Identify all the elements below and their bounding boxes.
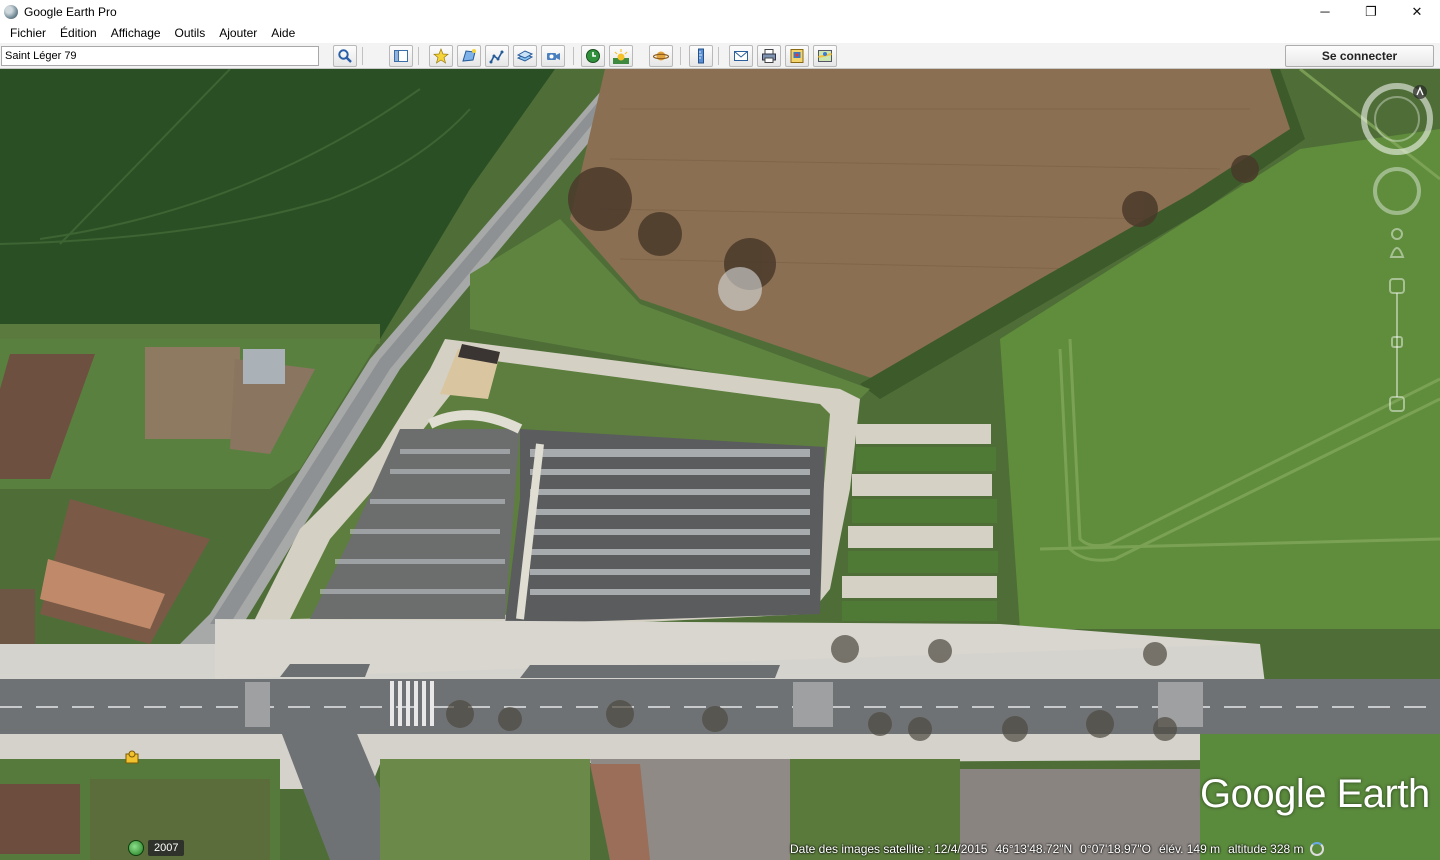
north-up-icon[interactable] bbox=[1413, 85, 1427, 99]
historical-imagery-button[interactable] bbox=[581, 45, 605, 67]
title-bar: Google Earth Pro ─ ❐ ✕ bbox=[0, 0, 1440, 23]
navigation-controls[interactable] bbox=[1360, 79, 1434, 429]
historical-imagery-icon bbox=[586, 49, 600, 63]
add-polygon-button[interactable] bbox=[457, 45, 481, 67]
imagery-date: Date des images satellite : 12/4/2015 bbox=[790, 842, 988, 856]
map-viewport[interactable]: Google Earth 2007 Date des images satell… bbox=[0, 69, 1440, 860]
polygon-icon bbox=[462, 49, 476, 62]
add-image-overlay-button[interactable] bbox=[513, 45, 537, 67]
menu-outils[interactable]: Outils bbox=[168, 26, 213, 40]
search-button[interactable] bbox=[333, 45, 357, 67]
menu-affichage[interactable]: Affichage bbox=[104, 26, 168, 40]
eye-altitude: altitude 328 m bbox=[1228, 842, 1304, 856]
status-bar: Date des images satellite : 12/4/2015 46… bbox=[790, 840, 1324, 858]
elevation: élév. 149 m bbox=[1158, 842, 1221, 856]
street-view-marker-icon[interactable] bbox=[124, 750, 140, 764]
save-image-icon bbox=[790, 49, 804, 63]
toolbar-separator bbox=[573, 47, 574, 65]
sign-in-button[interactable]: Se connecter bbox=[1285, 45, 1434, 67]
ruler-button[interactable] bbox=[689, 45, 713, 67]
sunlight-button[interactable] bbox=[609, 45, 633, 67]
google-maps-icon bbox=[818, 50, 832, 62]
email-button[interactable] bbox=[729, 45, 753, 67]
toolbar-separator bbox=[362, 47, 363, 65]
print-button[interactable] bbox=[757, 45, 781, 67]
record-tour-icon bbox=[547, 53, 560, 60]
zoom-slider[interactable] bbox=[1389, 278, 1405, 412]
minimize-button[interactable]: ─ bbox=[1302, 0, 1348, 23]
sidebar-toggle-button[interactable] bbox=[389, 45, 413, 67]
record-tour-button[interactable] bbox=[541, 45, 565, 67]
planets-icon bbox=[653, 51, 669, 61]
print-icon bbox=[762, 49, 776, 63]
search-input[interactable] bbox=[1, 46, 319, 66]
add-placemark-button[interactable] bbox=[429, 45, 453, 67]
image-overlay-icon bbox=[517, 50, 533, 62]
satellite-imagery bbox=[0, 69, 1440, 860]
menu-edition[interactable]: Édition bbox=[53, 26, 104, 40]
google-maps-button[interactable] bbox=[813, 45, 837, 67]
save-image-button[interactable] bbox=[785, 45, 809, 67]
email-icon bbox=[734, 51, 748, 61]
pegman-icon[interactable] bbox=[1389, 228, 1405, 258]
toolbar-separator bbox=[718, 47, 719, 65]
path-icon bbox=[489, 50, 504, 64]
planets-button[interactable] bbox=[649, 45, 673, 67]
historical-imagery-indicator[interactable]: 2007 bbox=[128, 838, 185, 858]
window-controls: ─ ❐ ✕ bbox=[1302, 0, 1440, 23]
google-earth-app-icon bbox=[4, 4, 18, 19]
ruler-icon bbox=[698, 48, 704, 64]
menu-fichier[interactable]: Fichier bbox=[3, 26, 53, 40]
menu-aide[interactable]: Aide bbox=[264, 26, 302, 40]
restore-button[interactable]: ❐ bbox=[1348, 0, 1394, 23]
close-button[interactable]: ✕ bbox=[1394, 0, 1440, 23]
toolbar: Se connecter bbox=[0, 43, 1440, 69]
latitude: 46°13'48.72"N bbox=[995, 842, 1073, 856]
look-joystick-icon[interactable] bbox=[1373, 167, 1421, 215]
toolbar-separator bbox=[680, 47, 681, 65]
longitude: 0°07'18.97"O bbox=[1080, 842, 1151, 856]
streaming-indicator-icon bbox=[1309, 842, 1324, 856]
google-earth-logo: Google Earth bbox=[1200, 772, 1430, 816]
historical-year: 2007 bbox=[148, 840, 185, 856]
window-title: Google Earth Pro bbox=[24, 4, 117, 19]
placemark-icon bbox=[433, 48, 449, 64]
sunlight-icon bbox=[613, 49, 629, 64]
clock-icon bbox=[128, 840, 144, 856]
sidebar-toggle-icon bbox=[394, 50, 408, 62]
add-path-button[interactable] bbox=[485, 45, 509, 67]
search-icon bbox=[338, 49, 352, 63]
menu-bar: Fichier Édition Affichage Outils Ajouter… bbox=[0, 23, 1440, 43]
menu-ajouter[interactable]: Ajouter bbox=[212, 26, 264, 40]
toolbar-separator bbox=[418, 47, 419, 65]
